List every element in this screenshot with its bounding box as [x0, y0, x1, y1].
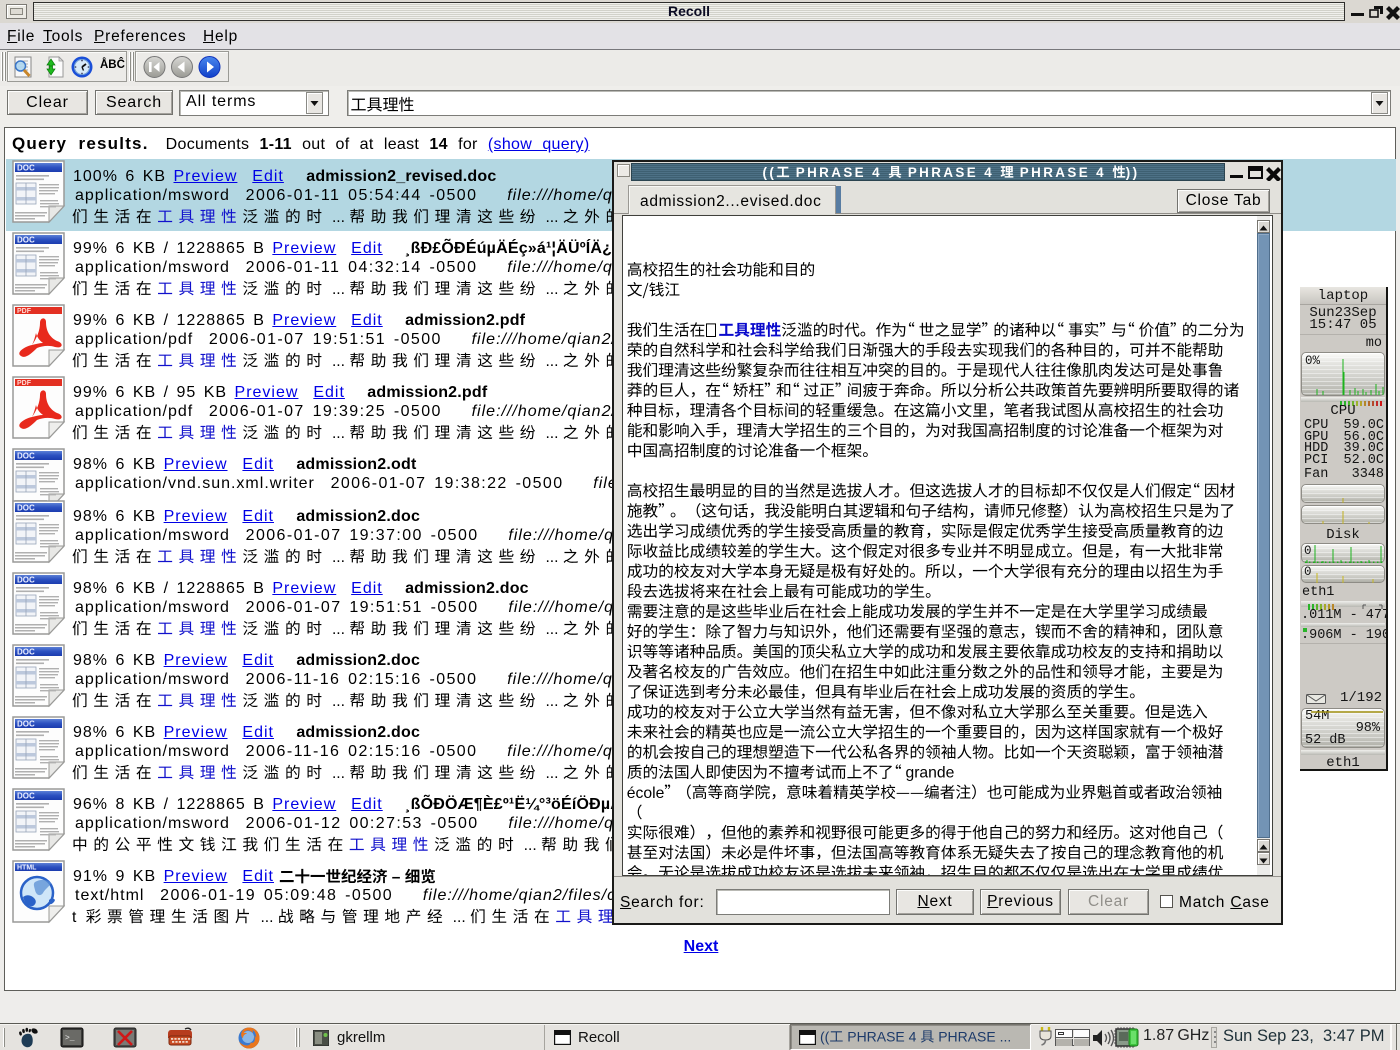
- svg-text:DOC: DOC: [17, 648, 35, 657]
- svg-text:>_: >_: [65, 1034, 75, 1043]
- svg-text:DOC: DOC: [17, 164, 35, 173]
- svg-text:DOC: DOC: [17, 452, 35, 461]
- svg-text:PDF: PDF: [17, 380, 32, 387]
- svg-text:école: école: [627, 785, 665, 802]
- svg-text:grande: grande: [906, 765, 955, 782]
- svg-text:DOC: DOC: [17, 576, 35, 585]
- svg-text:DOC: DOC: [17, 236, 35, 245]
- svg-text:HTML: HTML: [17, 865, 37, 872]
- svg-text:DOC: DOC: [17, 504, 35, 513]
- svg-text:DOC: DOC: [17, 720, 35, 729]
- svg-text:DOC: DOC: [17, 792, 35, 801]
- svg-text:PDF: PDF: [17, 308, 32, 315]
